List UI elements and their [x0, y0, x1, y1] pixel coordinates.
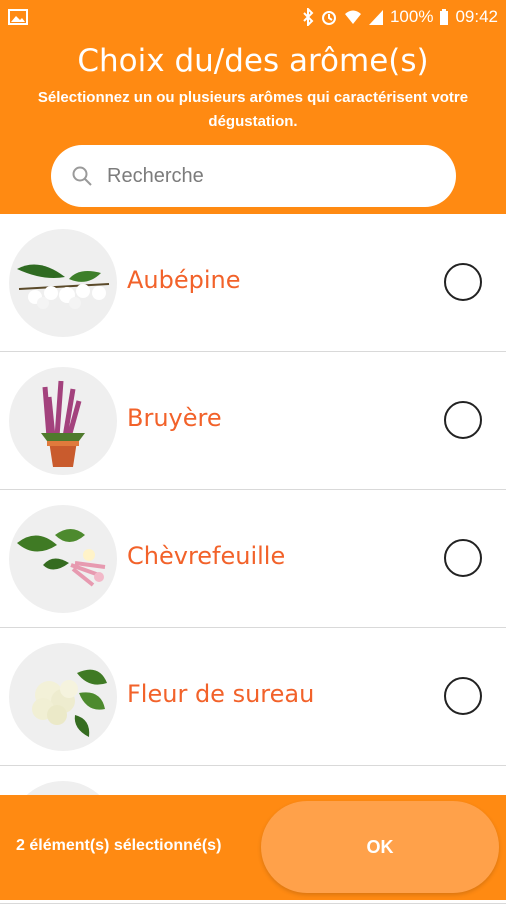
honeysuckle-flower-image [9, 505, 117, 613]
status-bar: 100% 09:42 [0, 0, 506, 34]
item-label: Aubépine [127, 266, 241, 294]
search-placeholder: Recherche [107, 164, 204, 187]
item-label: Fleur de sureau [127, 680, 315, 708]
alarm-icon [321, 11, 336, 25]
signal-icon [368, 10, 383, 25]
image-icon [8, 9, 28, 25]
select-radio[interactable] [444, 677, 482, 715]
status-time: 09:42 [455, 7, 498, 26]
selection-count: 2 élément(s) sélectionné(s) [16, 837, 222, 854]
list-item-aubepine[interactable]: Aubépine [0, 214, 506, 352]
ok-button-label: OK [366, 836, 394, 857]
select-radio[interactable] [444, 401, 482, 439]
footer-bar: 2 élément(s) sélectionné(s) OK [0, 795, 506, 900]
search-input[interactable]: Recherche [51, 145, 456, 207]
bluetooth-icon [303, 8, 314, 26]
list-item-fleur-de-sureau[interactable]: Fleur de sureau [0, 628, 506, 766]
header: Choix du/des arôme(s) Sélectionnez un ou… [0, 34, 506, 214]
elderflower-image [9, 643, 117, 751]
page-title: Choix du/des arôme(s) [77, 43, 429, 79]
battery-level: 100% [389, 7, 434, 26]
list-item-chevrefeuille[interactable]: Chèvrefeuille [0, 490, 506, 628]
battery-icon [440, 9, 449, 25]
page-subtitle: Sélectionnez un ou plusieurs arômes qui … [37, 89, 469, 130]
ok-button[interactable]: OK [261, 801, 499, 893]
search-icon [72, 166, 92, 186]
select-radio[interactable] [444, 263, 482, 301]
list-item-bruyere[interactable]: Bruyère [0, 352, 506, 490]
wifi-icon [344, 10, 361, 24]
select-radio[interactable] [444, 539, 482, 577]
item-label: Bruyère [127, 404, 222, 432]
item-label: Chèvrefeuille [127, 542, 286, 570]
hawthorn-flower-image [9, 229, 117, 337]
heather-plant-image [9, 367, 117, 475]
